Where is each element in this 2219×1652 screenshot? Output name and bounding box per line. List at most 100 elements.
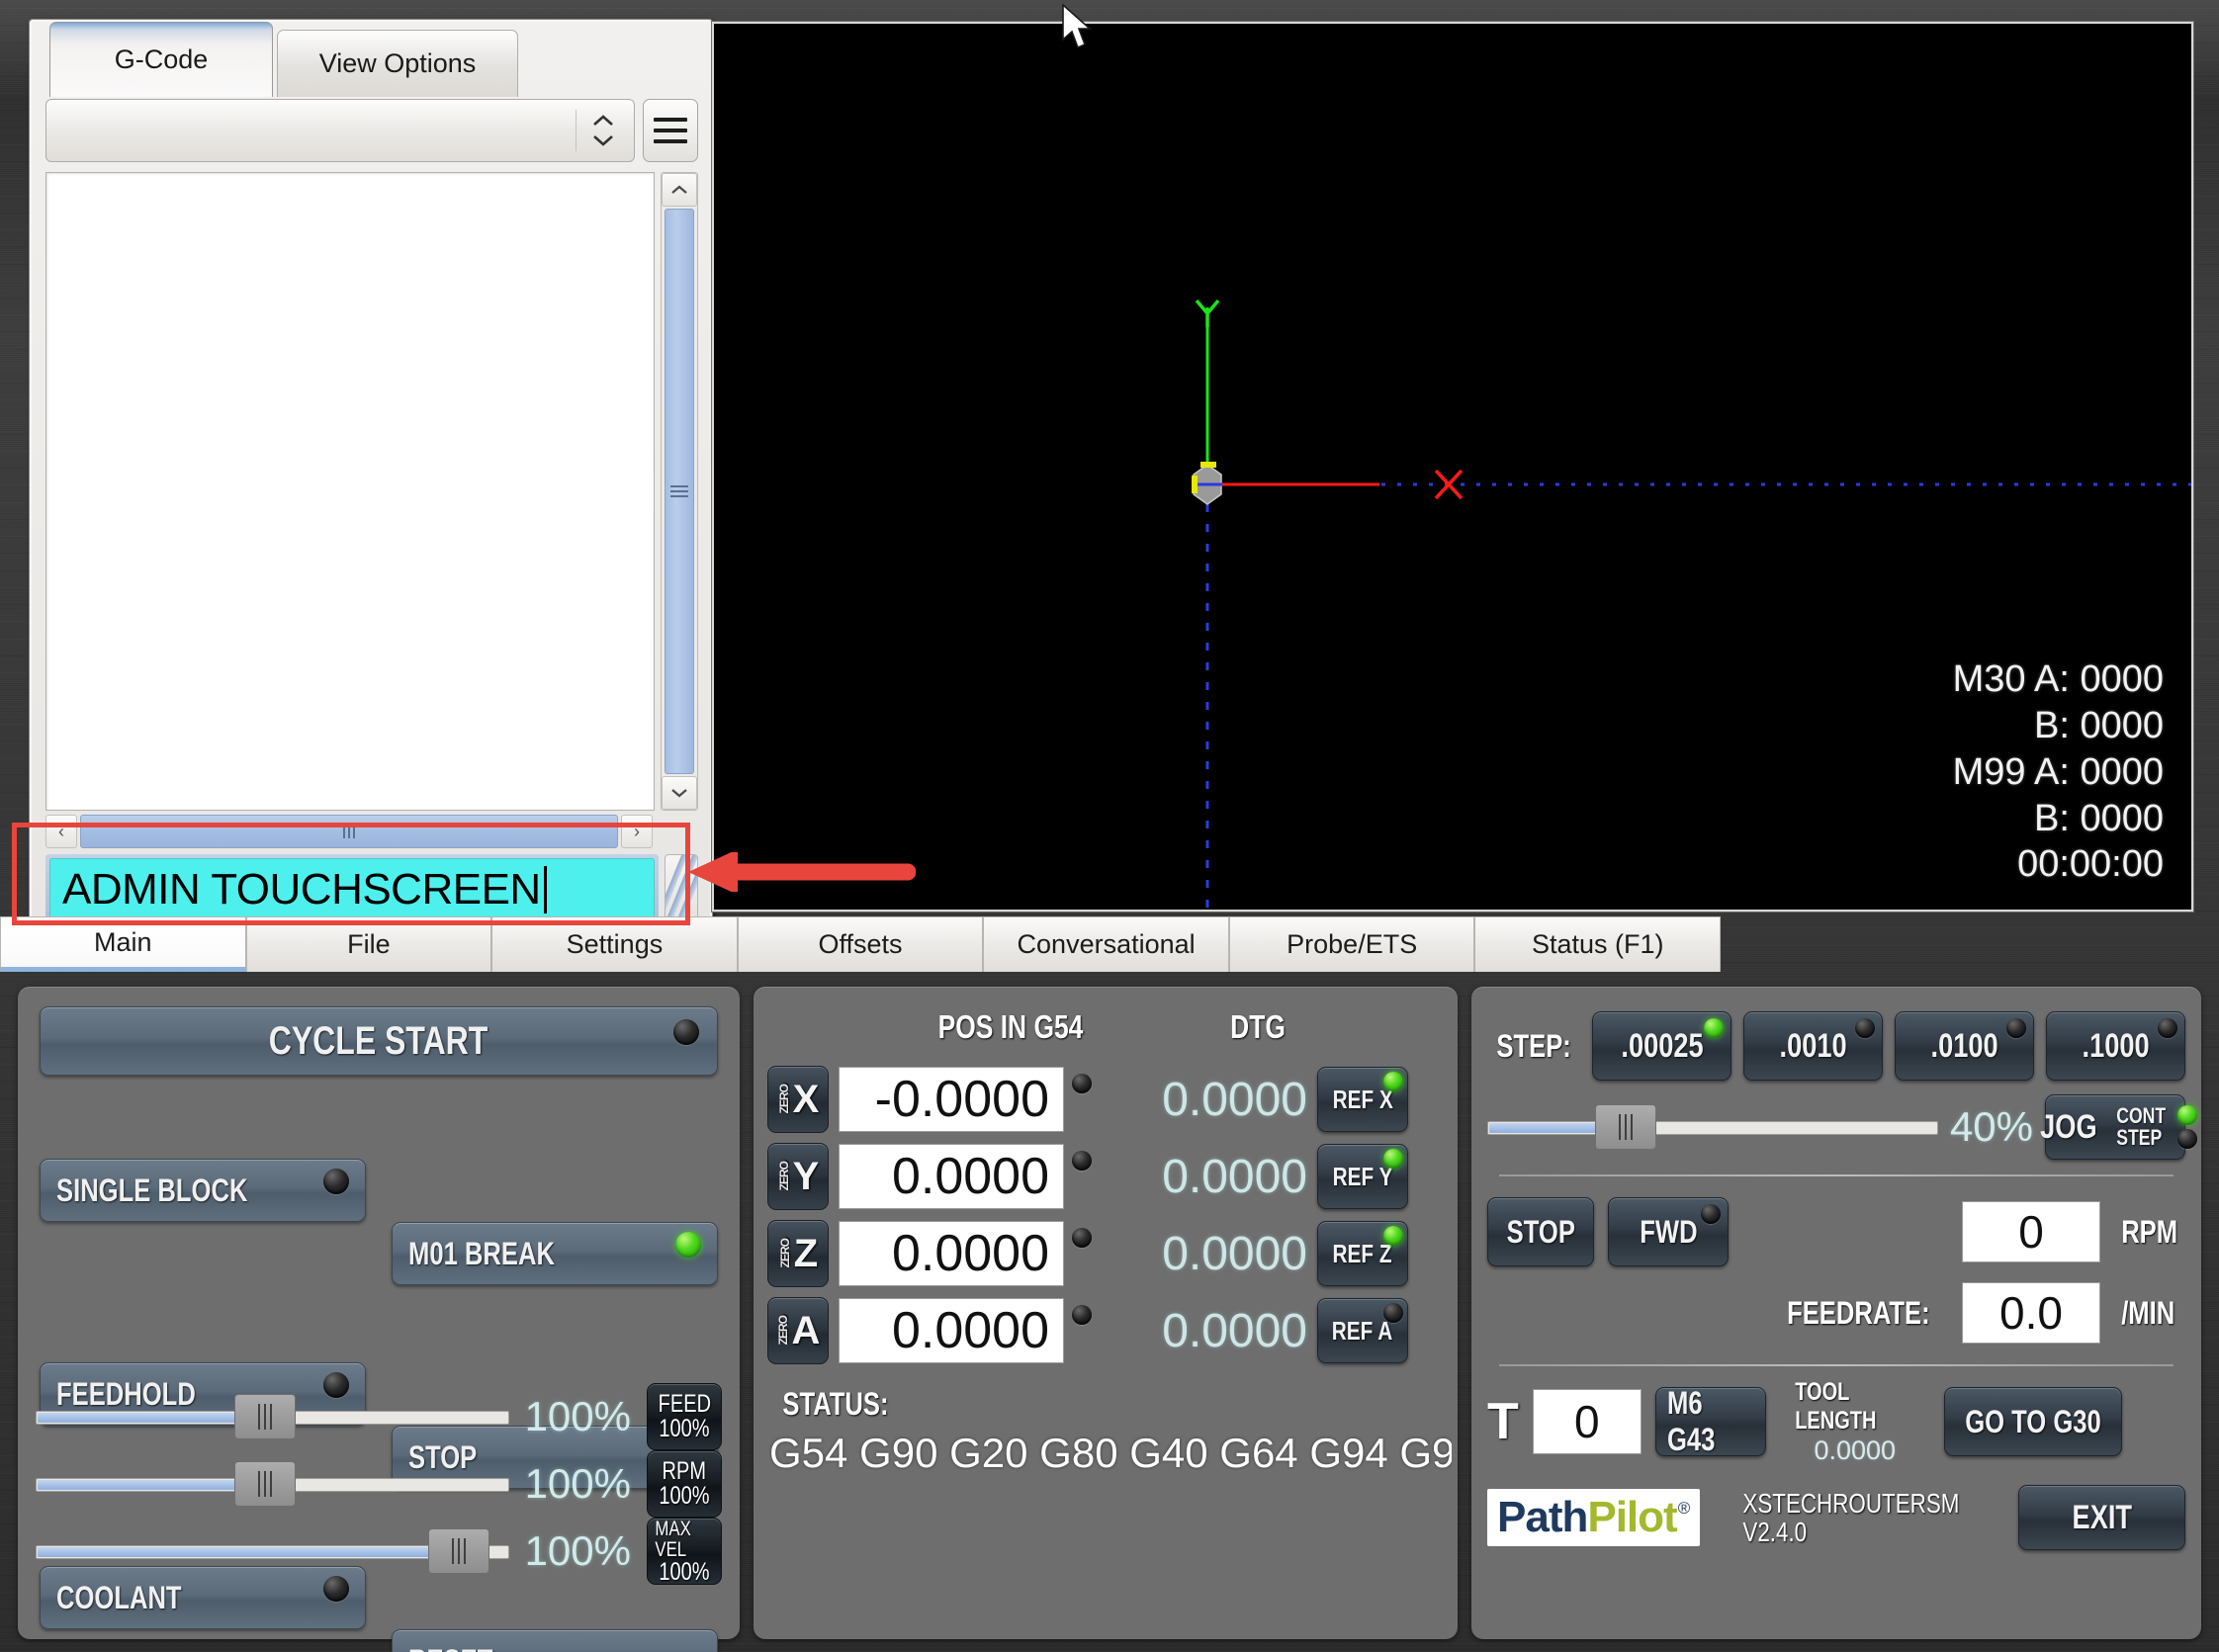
zero-z-button[interactable]: ZERO Z xyxy=(767,1220,829,1287)
jog-mode-leds xyxy=(2177,1105,2197,1149)
jog-cont-label: CONT xyxy=(2116,1105,2166,1127)
hscrollbar-thumb[interactable] xyxy=(80,815,618,848)
gcode-file-combo[interactable] xyxy=(45,99,635,162)
tab-gcode[interactable]: G-Code xyxy=(49,22,273,97)
ref-y-label: REF Y xyxy=(1333,1162,1393,1192)
feedrate-field[interactable]: 0.0 xyxy=(1962,1282,2100,1344)
pathpilot-logo: Path Pilot ® xyxy=(1487,1489,1700,1546)
spindle-fwd-button[interactable]: FWD xyxy=(1608,1197,1729,1266)
step-button-00025[interactable]: .00025 xyxy=(1592,1011,1731,1081)
tab-main[interactable]: Main xyxy=(0,916,246,972)
m6-g43-button[interactable]: M6 G43 xyxy=(1655,1387,1766,1456)
ref-x-led xyxy=(1383,1072,1403,1091)
ref-z-button[interactable]: REF Z xyxy=(1317,1221,1408,1286)
tab-view-options[interactable]: View Options xyxy=(277,30,518,97)
feed-override-slider[interactable] xyxy=(36,1394,509,1439)
jog-step-led xyxy=(2177,1129,2197,1149)
step-button-0010[interactable]: .0010 xyxy=(1743,1011,1883,1081)
zero-x-button[interactable]: ZERO X xyxy=(767,1066,829,1133)
slider-handle[interactable] xyxy=(234,1461,296,1507)
tab-probe-ets[interactable]: Probe/ETS xyxy=(1229,916,1475,972)
scroll-down-icon[interactable] xyxy=(662,776,697,810)
feedrate-unit-label: /MIN xyxy=(2121,1295,2178,1332)
dro-value-y[interactable]: 0.0000 xyxy=(839,1144,1064,1209)
menu-button[interactable] xyxy=(643,99,698,162)
mdi-input[interactable]: ADMIN TOUCHSCREEN xyxy=(49,858,655,921)
jog-mode-button[interactable]: JOG CONT STEP xyxy=(2045,1094,2185,1160)
counter-m30-a: M30 A: 0000 xyxy=(1953,656,2164,703)
scroll-right-icon[interactable]: › xyxy=(621,815,653,848)
exit-button[interactable]: EXIT xyxy=(2018,1485,2185,1550)
editor-hscrollbar[interactable]: ‹ › xyxy=(45,815,653,848)
tool-row: T 0 M6 G43 TOOL LENGTH 0.0000 GO TO G30 xyxy=(1487,1382,2185,1461)
zero-y-button[interactable]: ZERO Y xyxy=(767,1143,829,1210)
counter-m99-a: M99 A: 0000 xyxy=(1953,749,2164,796)
m01-break-button[interactable]: M01 BREAK xyxy=(392,1222,718,1285)
cycle-start-button[interactable]: CYCLE START xyxy=(40,1006,718,1076)
step-button-0100[interactable]: .0100 xyxy=(1895,1011,2034,1081)
gcode-editor-wrap xyxy=(45,172,698,811)
exit-label: EXIT xyxy=(2072,1499,2131,1537)
ref-z-label: REF Z xyxy=(1333,1239,1392,1269)
step-button-1000[interactable]: .1000 xyxy=(2046,1011,2185,1081)
slider-handle[interactable] xyxy=(1595,1104,1656,1150)
m01-break-label: M01 BREAK xyxy=(408,1236,555,1272)
machine-info: XSTECHROUTERSM V2.4.0 xyxy=(1716,1489,1987,1547)
single-block-button[interactable]: SINGLE BLOCK xyxy=(40,1159,366,1222)
dro-value-z[interactable]: 0.0000 xyxy=(839,1221,1064,1286)
goto-g30-button[interactable]: GO TO G30 xyxy=(1944,1387,2122,1456)
jog-rate-slider[interactable] xyxy=(1487,1104,1938,1150)
maxvel-override-reset-button[interactable]: MAX VEL 100% xyxy=(647,1518,722,1585)
dro-value-x[interactable]: -0.0000 xyxy=(839,1067,1064,1132)
rpm-override-reset-button[interactable]: RPM 100% xyxy=(647,1450,722,1518)
reset-button[interactable]: RESET xyxy=(392,1629,718,1652)
spindle-stop-button[interactable]: STOP xyxy=(1487,1197,1594,1266)
ref-x-button[interactable]: REF X xyxy=(1317,1067,1408,1132)
slider-handle[interactable] xyxy=(428,1528,489,1574)
ref-a-button[interactable]: REF A xyxy=(1317,1298,1408,1363)
zero-a-button[interactable]: ZERO A xyxy=(767,1297,829,1364)
dro-y-led xyxy=(1072,1151,1092,1171)
tab-view-options-label: View Options xyxy=(319,48,477,79)
jog-step-label: STEP xyxy=(2116,1127,2166,1149)
ref-y-button[interactable]: REF Y xyxy=(1317,1144,1408,1209)
tool-t-label: T xyxy=(1487,1392,1519,1451)
tool-length-group: TOOL LENGTH 0.0000 xyxy=(1780,1378,1930,1466)
jog-rate-row: 40% JOG CONT STEP xyxy=(1487,1093,2185,1161)
vscrollbar-thumb[interactable] xyxy=(665,209,694,774)
scroll-left-icon[interactable]: ‹ xyxy=(45,815,77,848)
tab-offsets[interactable]: Offsets xyxy=(738,916,984,972)
resize-grip-icon[interactable] xyxy=(665,854,698,925)
tab-conversational[interactable]: Conversational xyxy=(983,916,1229,972)
slider-handle[interactable] xyxy=(234,1394,296,1439)
step-00025-label: .00025 xyxy=(1621,1027,1703,1066)
zero-a-label: ZERO xyxy=(776,1316,790,1345)
rpm-field[interactable]: 0 xyxy=(1962,1201,2100,1262)
maxvel-override-slider[interactable] xyxy=(36,1528,509,1574)
gcode-editor[interactable] xyxy=(45,172,655,811)
scroll-up-icon[interactable] xyxy=(662,173,697,207)
dro-value-y-text: 0.0000 xyxy=(892,1147,1049,1206)
tab-file[interactable]: File xyxy=(246,916,492,972)
dro-value-a[interactable]: 0.0000 xyxy=(839,1298,1064,1363)
dtg-value-a: 0.0000 xyxy=(1098,1304,1307,1358)
spindle-fwd-led xyxy=(1701,1204,1721,1224)
axis-letter-y: Y xyxy=(793,1155,820,1199)
tab-settings[interactable]: Settings xyxy=(491,916,738,972)
tool-length-label: TOOL LENGTH xyxy=(1795,1378,1915,1435)
hamburger-icon-bar xyxy=(654,129,687,132)
dro-dtg-header: DTG xyxy=(1171,1008,1345,1046)
step-1000-led xyxy=(2158,1018,2177,1038)
viewport-counters: M30 A: 0000 B: 0000 M99 A: 0000 B: 0000 xyxy=(1953,656,2164,842)
gcode-viewport[interactable]: M30 A: 0000 B: 0000 M99 A: 0000 B: 0000 … xyxy=(712,22,2193,912)
tool-number-field[interactable]: 0 xyxy=(1533,1389,1642,1454)
editor-vscrollbar[interactable] xyxy=(661,172,698,811)
rpm-unit-label: RPM xyxy=(2121,1214,2178,1251)
hamburger-icon-bar xyxy=(654,118,687,122)
feed-override-reset-button[interactable]: FEED 100% xyxy=(647,1383,722,1450)
tab-status[interactable]: Status (F1) xyxy=(1474,916,1721,972)
reset-label: RESET xyxy=(408,1643,492,1652)
gcode-panel: G-Code View Options xyxy=(30,20,712,959)
ref-x-label: REF X xyxy=(1332,1085,1392,1115)
rpm-override-slider[interactable] xyxy=(36,1461,509,1507)
